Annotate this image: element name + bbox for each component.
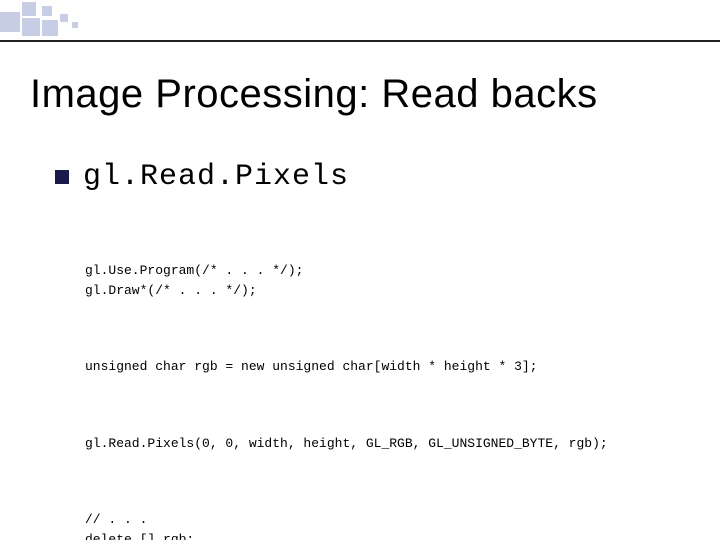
bullet-item: gl.Read.Pixels bbox=[55, 160, 690, 194]
bullet-square-icon bbox=[55, 170, 69, 184]
deco-square bbox=[0, 12, 20, 32]
code-line: gl.Use.Program(/* . . . */); gl.Draw*(/*… bbox=[85, 261, 690, 300]
slide-body: gl.Read.Pixels gl.Use.Program(/* . . . *… bbox=[55, 160, 690, 540]
slide: Image Processing: Read backs gl.Read.Pix… bbox=[0, 0, 720, 540]
code-line: // . . . delete [] rgb; bbox=[85, 510, 690, 540]
code-block: gl.Use.Program(/* . . . */); gl.Draw*(/*… bbox=[85, 222, 690, 540]
horizontal-rule bbox=[0, 40, 720, 42]
code-line: gl.Read.Pixels(0, 0, width, height, GL_R… bbox=[85, 434, 690, 454]
deco-square bbox=[22, 18, 40, 36]
bullet-label: gl.Read.Pixels bbox=[83, 160, 349, 194]
deco-square bbox=[22, 2, 36, 16]
deco-square bbox=[42, 6, 52, 16]
corner-decoration bbox=[0, 0, 220, 40]
code-line: unsigned char rgb = new unsigned char[wi… bbox=[85, 357, 690, 377]
deco-square bbox=[60, 14, 68, 22]
slide-title: Image Processing: Read backs bbox=[30, 72, 598, 117]
deco-square bbox=[72, 22, 78, 28]
deco-square bbox=[42, 20, 58, 36]
